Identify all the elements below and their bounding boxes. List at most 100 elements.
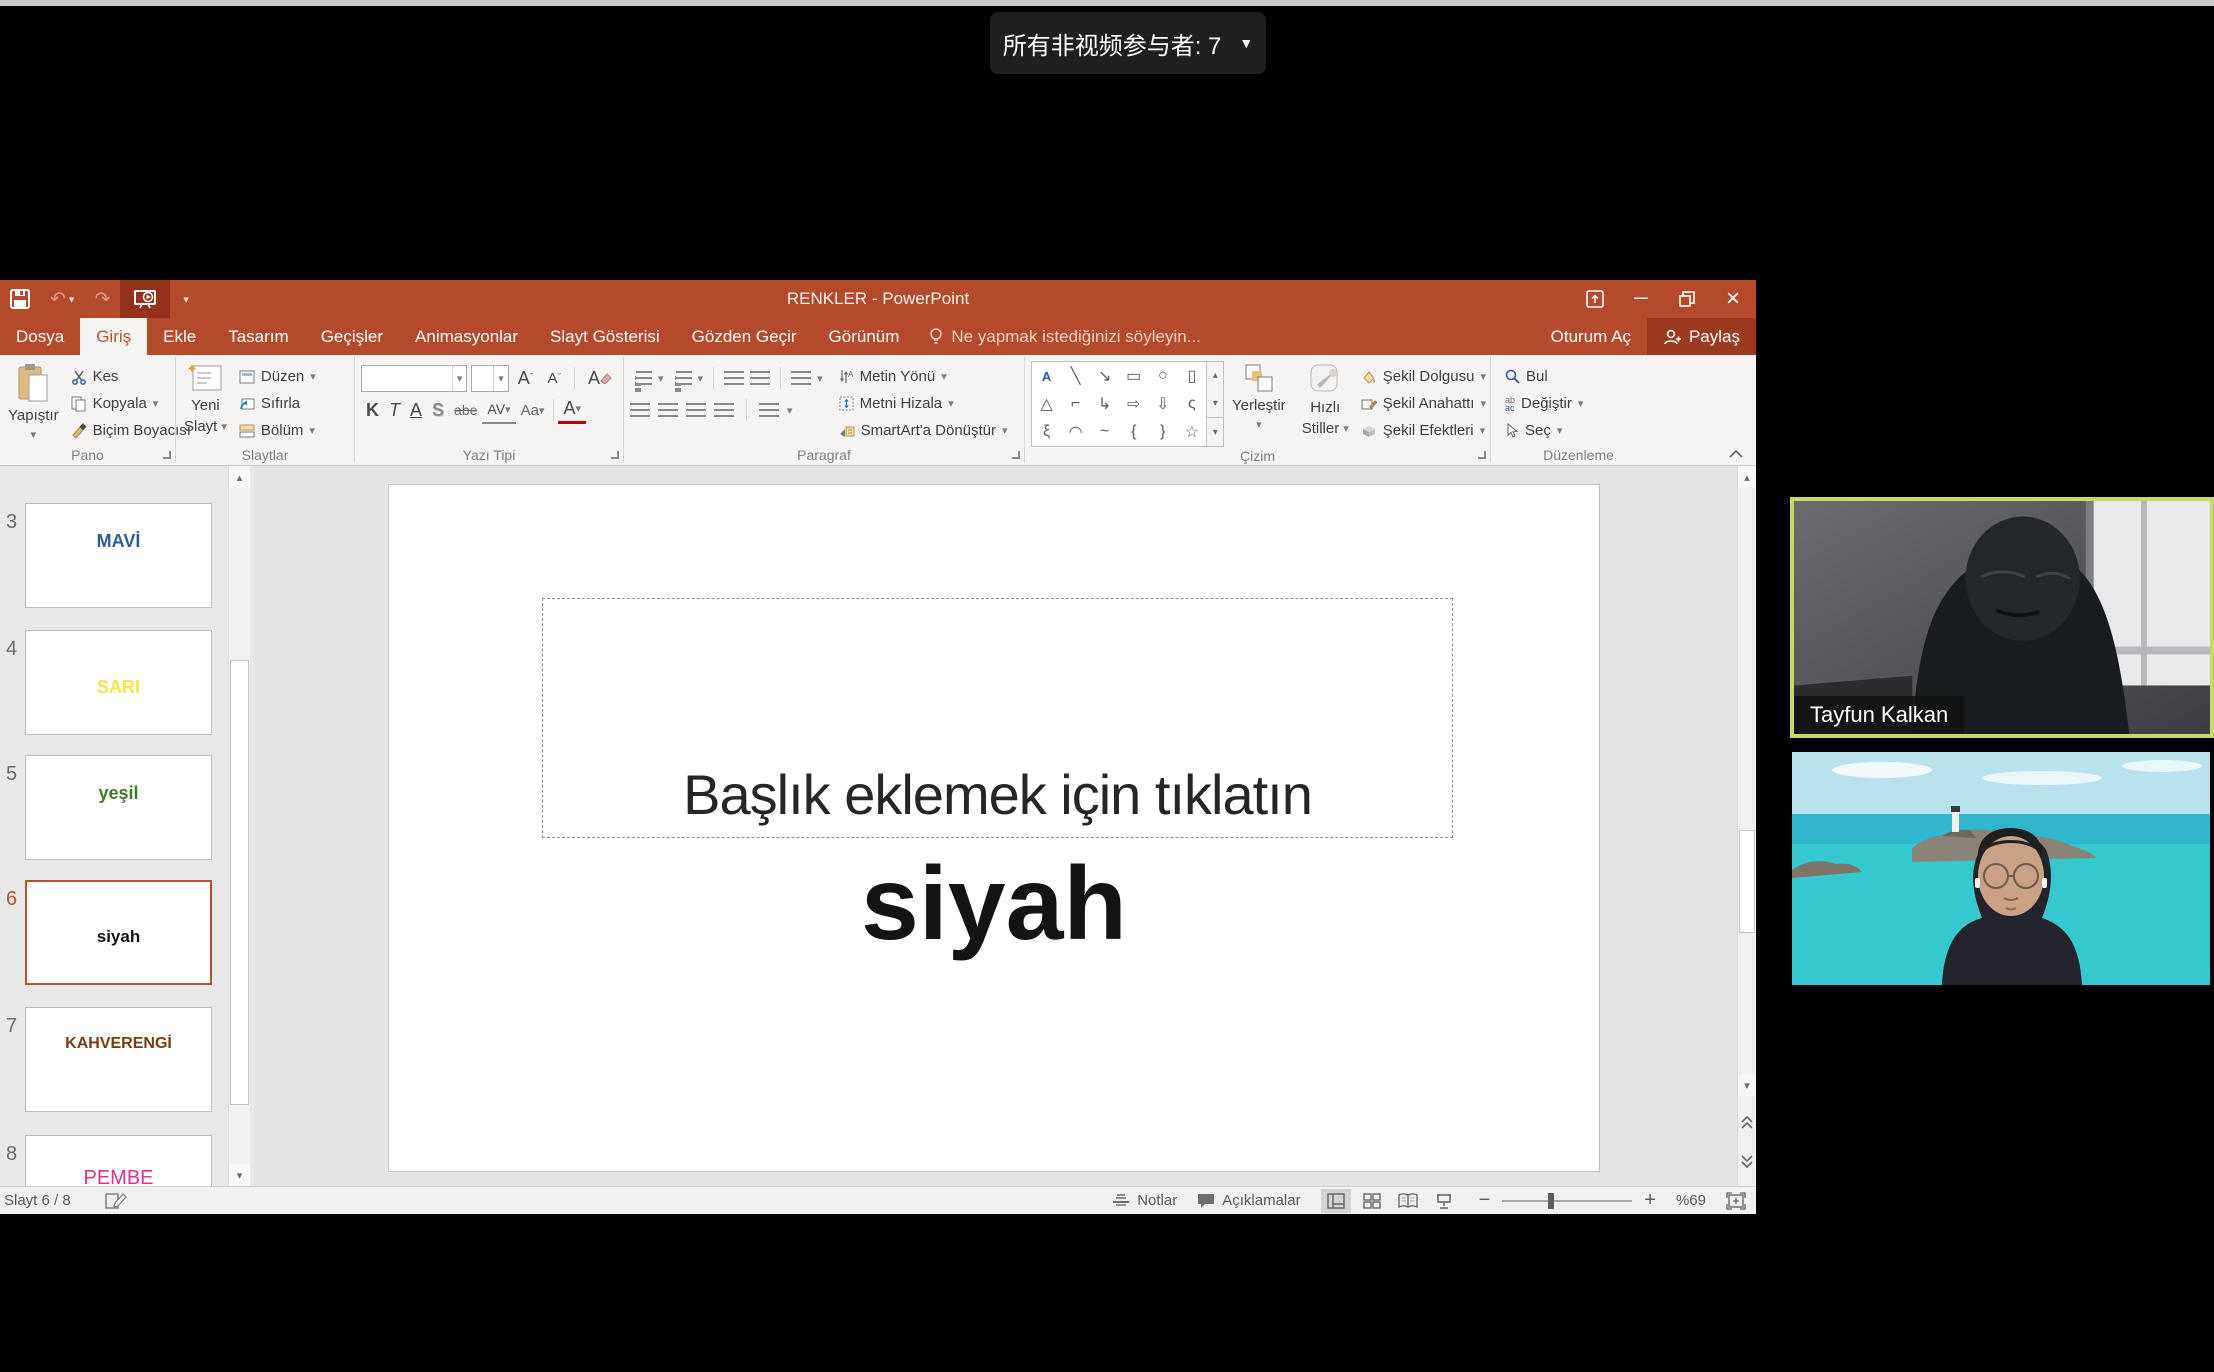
drawing-dialog-launcher[interactable] bbox=[1478, 451, 1486, 459]
character-spacing-button[interactable]: AV ▾ bbox=[482, 396, 515, 424]
tab-gorunum[interactable]: Görünüm bbox=[813, 318, 916, 355]
slide-thumbnail-8[interactable]: PEMBE bbox=[25, 1135, 212, 1186]
underline-button[interactable]: A bbox=[405, 396, 427, 424]
shape-rounded-rectangle-icon[interactable]: ▯ bbox=[1177, 362, 1206, 390]
video-tile-active-speaker[interactable]: Tayfun Kalkan bbox=[1790, 497, 2214, 738]
shape-scribble-icon[interactable]: ξ bbox=[1032, 418, 1061, 446]
notes-pen-icon[interactable] bbox=[105, 1192, 127, 1210]
justify-icon[interactable] bbox=[714, 403, 734, 417]
font-dialog-launcher[interactable] bbox=[611, 451, 619, 459]
font-color-button[interactable]: A ▾ bbox=[558, 396, 586, 424]
zoom-percent[interactable]: %69 bbox=[1676, 1192, 1706, 1209]
tab-giris[interactable]: Giriş bbox=[80, 318, 147, 355]
shape-right-arrow-icon[interactable]: ⇨ bbox=[1119, 390, 1148, 418]
tab-gecisler[interactable]: Geçişler bbox=[305, 318, 399, 355]
share-button[interactable]: Paylaş bbox=[1647, 318, 1756, 355]
font-size-combo[interactable]: ▾ bbox=[471, 365, 508, 392]
shape-triangle-icon[interactable]: △ bbox=[1032, 390, 1061, 418]
restore-button[interactable] bbox=[1664, 280, 1710, 318]
align-left-icon[interactable] bbox=[630, 403, 650, 417]
panel-scroll-down-button[interactable]: ▾ bbox=[229, 1164, 250, 1186]
shape-curve-icon[interactable]: ~ bbox=[1090, 418, 1119, 446]
convert-smartart-button[interactable]: SmartArt'a Dönüştür ▾ bbox=[835, 417, 1012, 444]
shape-arc-icon[interactable]: ◠ bbox=[1061, 418, 1090, 446]
save-button[interactable] bbox=[0, 280, 40, 318]
tab-animasyonlar[interactable]: Animasyonlar bbox=[399, 318, 534, 355]
sign-in-button[interactable]: Oturum Aç bbox=[1535, 327, 1647, 347]
numbering-icon[interactable] bbox=[676, 371, 692, 385]
zoom-in-button[interactable]: + bbox=[1644, 1189, 1656, 1212]
replace-button[interactable]: ab ac Değiştir ▾ bbox=[1501, 390, 1666, 417]
tab-slayt-gosterisi[interactable]: Slayt Gösterisi bbox=[534, 318, 676, 355]
next-slide-button[interactable] bbox=[1738, 1148, 1756, 1174]
clear-formatting-button[interactable]: A bbox=[583, 364, 617, 392]
shape-star-icon[interactable]: ☆ bbox=[1177, 418, 1206, 446]
shape-effects-button[interactable]: Şekil Efektleri ▾ bbox=[1357, 417, 1490, 444]
shape-elbow-arrow-icon[interactable]: ↳ bbox=[1090, 390, 1119, 418]
change-case-button[interactable]: Aa ▾ bbox=[516, 396, 550, 424]
tab-gozden-gecir[interactable]: Gözden Geçir bbox=[676, 318, 813, 355]
shape-elbow-connector-icon[interactable]: ⌐ bbox=[1061, 390, 1090, 418]
select-button[interactable]: Seç ▾ bbox=[1501, 417, 1666, 444]
section-button[interactable]: Bölüm ▾ bbox=[235, 417, 320, 444]
quick-styles-button[interactable]: Hızlı Stiller ▾ bbox=[1294, 359, 1357, 437]
close-button[interactable]: × bbox=[1710, 280, 1756, 318]
layout-button[interactable]: Düzen ▾ bbox=[235, 363, 320, 390]
slide-canvas[interactable]: Başlık eklemek için tıklatın siyah bbox=[388, 484, 1600, 1172]
editor-scroll-down-button[interactable]: ▾ bbox=[1738, 1074, 1756, 1096]
slide-body-text[interactable]: siyah bbox=[389, 845, 1599, 964]
comments-toggle[interactable]: Açıklamalar bbox=[1197, 1192, 1300, 1209]
tab-dosya[interactable]: Dosya bbox=[0, 318, 80, 355]
grow-font-button[interactable]: A ˆ bbox=[513, 364, 539, 392]
slide-thumbnail-4[interactable]: SARI bbox=[25, 630, 212, 735]
tab-tasarim[interactable]: Tasarım bbox=[212, 318, 304, 355]
normal-view-button[interactable] bbox=[1321, 1189, 1351, 1213]
shapes-scroll-down-icon[interactable]: ▾ bbox=[1207, 390, 1223, 418]
editor-scroll-thumb[interactable] bbox=[1739, 830, 1755, 933]
tell-me-search[interactable]: Ne yapmak istediğinizi söyleyin... bbox=[915, 318, 1214, 355]
video-tile-2[interactable] bbox=[1792, 752, 2210, 985]
paste-button-big[interactable]: Yapıştır ▾ bbox=[0, 359, 67, 441]
shape-down-arrow-icon[interactable]: ⇩ bbox=[1148, 390, 1177, 418]
reading-view-button[interactable] bbox=[1393, 1189, 1423, 1213]
redo-button[interactable]: ↷ bbox=[84, 280, 120, 318]
strikethrough-button[interactable]: abe bbox=[449, 396, 482, 424]
text-shadow-button[interactable]: S bbox=[427, 396, 449, 424]
decrease-indent-icon[interactable] bbox=[724, 371, 744, 385]
zoom-out-button[interactable]: − bbox=[1479, 1189, 1491, 1212]
shapes-scrollbar[interactable]: ▴ ▾ ▾ bbox=[1207, 361, 1224, 447]
shapes-scroll-up-icon[interactable]: ▴ bbox=[1207, 362, 1223, 390]
minimize-button[interactable]: ─ bbox=[1618, 280, 1664, 318]
shape-left-brace-icon[interactable]: { bbox=[1119, 418, 1148, 446]
shapes-gallery[interactable]: A ╲ ↘ ▭ ○ ▯ △ ⌐ ↳ ⇨ ⇩ ς ξ ◠ ~ { } bbox=[1031, 361, 1207, 447]
shape-textbox-icon[interactable]: A bbox=[1032, 362, 1061, 390]
line-spacing-icon[interactable] bbox=[791, 371, 811, 385]
new-slide-button[interactable]: Yeni Slayt ▾ bbox=[176, 359, 235, 435]
participants-dropdown[interactable]: 所有非视频参与者: 7 ▼ bbox=[990, 12, 1266, 74]
align-text-button[interactable]: Metni Hizala ▾ bbox=[835, 390, 1012, 417]
font-name-combo[interactable]: ▾ bbox=[361, 365, 467, 392]
undo-button[interactable]: ↶ ▾ bbox=[40, 280, 84, 318]
shape-rectangle-icon[interactable]: ▭ bbox=[1119, 362, 1148, 390]
ribbon-display-options-button[interactable] bbox=[1572, 280, 1618, 318]
notes-toggle[interactable]: Notlar bbox=[1112, 1192, 1177, 1209]
shape-oval-icon[interactable]: ○ bbox=[1148, 362, 1177, 390]
panel-scrollbar[interactable]: ▴ ▾ bbox=[228, 466, 250, 1186]
title-placeholder[interactable]: Başlık eklemek için tıklatın bbox=[542, 598, 1453, 838]
shape-fill-button[interactable]: Şekil Dolgusu ▾ bbox=[1357, 363, 1490, 390]
reset-button[interactable]: Sıfırla bbox=[235, 390, 320, 417]
bold-button[interactable]: K bbox=[361, 396, 384, 424]
bullets-icon[interactable] bbox=[636, 371, 652, 385]
shape-arrow-icon[interactable]: ↘ bbox=[1090, 362, 1119, 390]
slide-thumbnail-7[interactable]: KAHVERENGİ bbox=[25, 1007, 212, 1112]
shape-freeform-icon[interactable]: ς bbox=[1177, 390, 1206, 418]
shrink-font-button[interactable]: A ˇ bbox=[542, 364, 566, 392]
text-direction-button[interactable]: A Metin Yönü ▾ bbox=[835, 363, 1012, 390]
shape-outline-button[interactable]: Şekil Anahattı ▾ bbox=[1357, 390, 1490, 417]
slide-thumbnail-5[interactable]: yeşil bbox=[25, 755, 212, 860]
editor-scroll-up-button[interactable]: ▴ bbox=[1738, 466, 1756, 488]
shape-right-brace-icon[interactable]: } bbox=[1148, 418, 1177, 446]
qat-customize-button[interactable]: ▾ bbox=[170, 280, 199, 318]
increase-indent-icon[interactable] bbox=[750, 371, 770, 385]
paragraph-dialog-launcher[interactable] bbox=[1012, 451, 1020, 459]
